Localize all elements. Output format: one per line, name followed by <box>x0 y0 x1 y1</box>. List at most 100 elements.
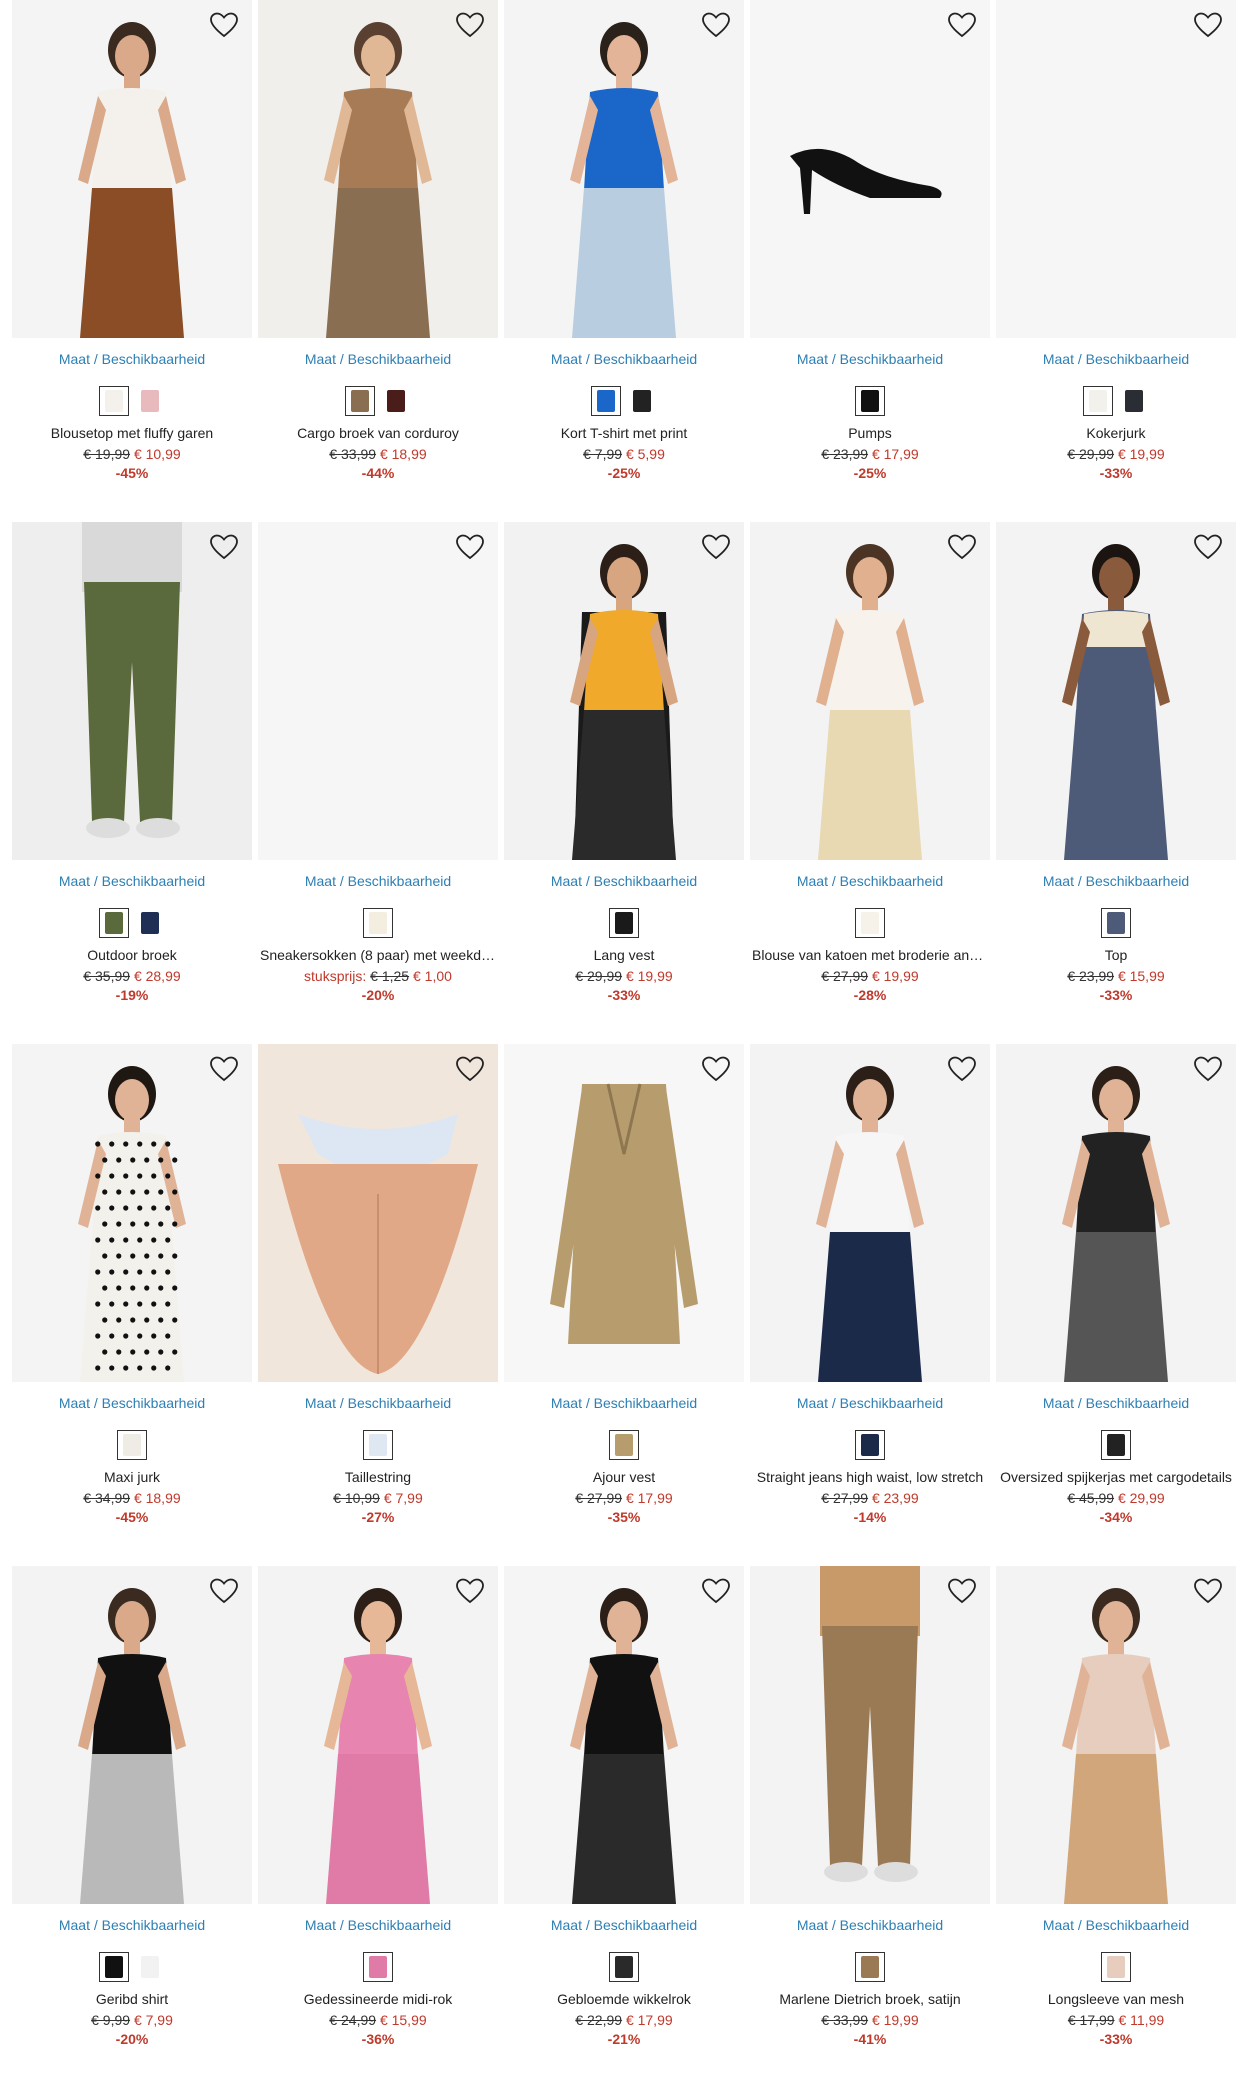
product-name[interactable]: Gebloemde wikkelrok <box>504 1990 744 2008</box>
color-swatch[interactable] <box>135 1952 165 1982</box>
size-availability-link[interactable]: Maat / Beschikbaarheid <box>12 1916 252 1934</box>
favorite-heart-icon[interactable] <box>946 1054 978 1084</box>
product-card[interactable]: Maat / Beschikbaarheid Pumps € 23,99 € 1… <box>750 0 990 522</box>
favorite-heart-icon[interactable] <box>700 10 732 40</box>
product-name[interactable]: Cargo broek van corduroy <box>258 424 498 442</box>
product-name[interactable]: Taillestring <box>258 1468 498 1486</box>
size-availability-link[interactable]: Maat / Beschikbaarheid <box>258 1394 498 1412</box>
size-availability-link[interactable]: Maat / Beschikbaarheid <box>12 350 252 368</box>
product-image[interactable] <box>996 1044 1236 1382</box>
favorite-heart-icon[interactable] <box>1192 1054 1224 1084</box>
product-name[interactable]: Pumps <box>750 424 990 442</box>
color-swatch[interactable] <box>609 1430 639 1460</box>
product-image[interactable] <box>750 1044 990 1382</box>
size-availability-link[interactable]: Maat / Beschikbaarheid <box>996 350 1236 368</box>
product-card[interactable]: Maat / Beschikbaarheid Gebloemde wikkelr… <box>504 1566 744 2082</box>
color-swatch[interactable] <box>345 386 375 416</box>
size-availability-link[interactable]: Maat / Beschikbaarheid <box>504 1916 744 1934</box>
product-card[interactable]: Maat / Beschikbaarheid Top € 23,99 € 15,… <box>996 522 1236 1044</box>
color-swatch[interactable] <box>99 908 129 938</box>
product-name[interactable]: Ajour vest <box>504 1468 744 1486</box>
product-image[interactable] <box>12 1044 252 1382</box>
color-swatch[interactable] <box>855 386 885 416</box>
color-swatch[interactable] <box>609 1952 639 1982</box>
favorite-heart-icon[interactable] <box>208 1576 240 1606</box>
product-name[interactable]: Lang vest <box>504 946 744 964</box>
color-swatch[interactable] <box>1101 908 1131 938</box>
size-availability-link[interactable]: Maat / Beschikbaarheid <box>504 350 744 368</box>
product-image[interactable] <box>504 0 744 338</box>
favorite-heart-icon[interactable] <box>1192 10 1224 40</box>
favorite-heart-icon[interactable] <box>1192 1576 1224 1606</box>
favorite-heart-icon[interactable] <box>454 10 486 40</box>
favorite-heart-icon[interactable] <box>454 1054 486 1084</box>
product-image[interactable] <box>12 1566 252 1904</box>
product-name[interactable]: Blouse van katoen met broderie anglaise <box>750 946 990 964</box>
color-swatch[interactable] <box>99 386 129 416</box>
product-image[interactable] <box>258 1566 498 1904</box>
product-name[interactable]: Geribd shirt <box>12 1990 252 2008</box>
product-name[interactable]: Outdoor broek <box>12 946 252 964</box>
product-card[interactable]: Maat / Beschikbaarheid Kokerjurk € 29,99… <box>996 0 1236 522</box>
color-swatch[interactable] <box>363 1952 393 1982</box>
color-swatch[interactable] <box>1101 1952 1131 1982</box>
product-card[interactable]: Maat / Beschikbaarheid Outdoor broek € 3… <box>12 522 252 1044</box>
size-availability-link[interactable]: Maat / Beschikbaarheid <box>12 872 252 890</box>
size-availability-link[interactable]: Maat / Beschikbaarheid <box>12 1394 252 1412</box>
color-swatch[interactable] <box>855 1430 885 1460</box>
product-image[interactable] <box>504 1044 744 1382</box>
product-name[interactable]: Kokerjurk <box>996 424 1236 442</box>
size-availability-link[interactable]: Maat / Beschikbaarheid <box>504 1394 744 1412</box>
favorite-heart-icon[interactable] <box>946 532 978 562</box>
favorite-heart-icon[interactable] <box>208 1054 240 1084</box>
favorite-heart-icon[interactable] <box>946 10 978 40</box>
favorite-heart-icon[interactable] <box>454 532 486 562</box>
product-card[interactable]: Maat / Beschikbaarheid Marlene Dietrich … <box>750 1566 990 2082</box>
color-swatch[interactable] <box>363 1430 393 1460</box>
color-swatch[interactable] <box>1101 1430 1131 1460</box>
product-card[interactable]: Maat / Beschikbaarheid Gedessineerde mid… <box>258 1566 498 2082</box>
size-availability-link[interactable]: Maat / Beschikbaarheid <box>258 1916 498 1934</box>
product-image[interactable] <box>258 522 498 860</box>
product-name[interactable]: Sneakersokken (8 paar) met weekdagen <box>258 946 498 964</box>
product-name[interactable]: Oversized spijkerjas met cargodetails <box>992 1468 1240 1486</box>
product-name[interactable]: Kort T-shirt met print <box>504 424 744 442</box>
product-image[interactable] <box>996 0 1236 338</box>
product-card[interactable]: Maat / Beschikbaarheid Kort T-shirt met … <box>504 0 744 522</box>
favorite-heart-icon[interactable] <box>700 1054 732 1084</box>
color-swatch[interactable] <box>609 908 639 938</box>
product-image[interactable] <box>12 0 252 338</box>
color-swatch[interactable] <box>135 908 165 938</box>
product-card[interactable]: Maat / Beschikbaarheid Longsleeve van me… <box>996 1566 1236 2082</box>
color-swatch[interactable] <box>135 386 165 416</box>
favorite-heart-icon[interactable] <box>208 532 240 562</box>
product-name[interactable]: Marlene Dietrich broek, satijn <box>750 1990 990 2008</box>
size-availability-link[interactable]: Maat / Beschikbaarheid <box>258 350 498 368</box>
product-image[interactable] <box>750 522 990 860</box>
favorite-heart-icon[interactable] <box>946 1576 978 1606</box>
color-swatch[interactable] <box>591 386 621 416</box>
product-card[interactable]: Maat / Beschikbaarheid Cargo broek van c… <box>258 0 498 522</box>
product-name[interactable]: Straight jeans high waist, low stretch <box>746 1468 994 1486</box>
product-name[interactable]: Top <box>996 946 1236 964</box>
product-card[interactable]: Maat / Beschikbaarheid Lang vest € 29,99… <box>504 522 744 1044</box>
color-swatch[interactable] <box>627 386 657 416</box>
product-name[interactable]: Blousetop met fluffy garen <box>12 424 252 442</box>
product-image[interactable] <box>258 0 498 338</box>
size-availability-link[interactable]: Maat / Beschikbaarheid <box>750 1394 990 1412</box>
product-image[interactable] <box>12 522 252 860</box>
size-availability-link[interactable]: Maat / Beschikbaarheid <box>996 872 1236 890</box>
color-swatch[interactable] <box>1119 386 1149 416</box>
size-availability-link[interactable]: Maat / Beschikbaarheid <box>750 872 990 890</box>
product-name[interactable]: Longsleeve van mesh <box>996 1990 1236 2008</box>
product-image[interactable] <box>504 522 744 860</box>
favorite-heart-icon[interactable] <box>208 10 240 40</box>
size-availability-link[interactable]: Maat / Beschikbaarheid <box>504 872 744 890</box>
product-card[interactable]: Maat / Beschikbaarheid Sneakersokken (8 … <box>258 522 498 1044</box>
size-availability-link[interactable]: Maat / Beschikbaarheid <box>996 1394 1236 1412</box>
product-card[interactable]: Maat / Beschikbaarheid Ajour vest € 27,9… <box>504 1044 744 1566</box>
product-image[interactable] <box>996 522 1236 860</box>
favorite-heart-icon[interactable] <box>700 532 732 562</box>
product-card[interactable]: Maat / Beschikbaarheid Geribd shirt € 9,… <box>12 1566 252 2082</box>
product-image[interactable] <box>996 1566 1236 1904</box>
